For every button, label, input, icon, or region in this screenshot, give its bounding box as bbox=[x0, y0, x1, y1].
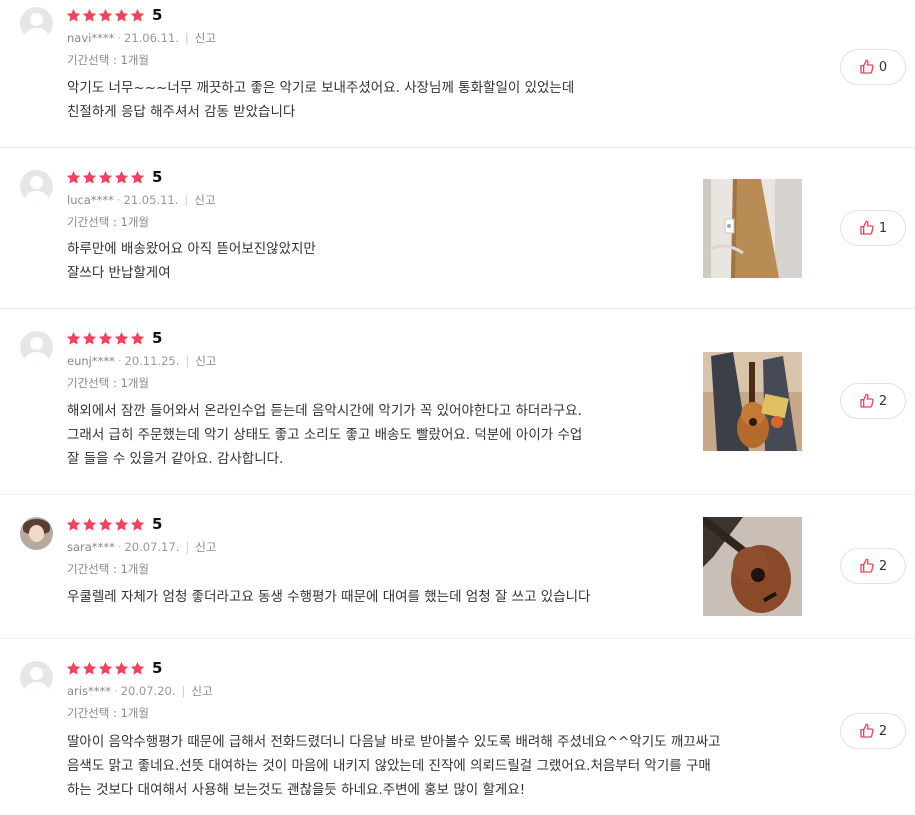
thumbs-up-icon bbox=[860, 220, 874, 235]
rating-score: 5 bbox=[152, 6, 163, 24]
option-text: 기간선택 : 1개월 bbox=[67, 706, 149, 720]
review-item: 5 aris**** · 20.07.20. | 신고 기간선택 : 1개월 딸아이 음… bbox=[0, 639, 915, 815]
avatar bbox=[20, 661, 53, 694]
star-icon bbox=[66, 517, 81, 531]
reviewer-name: eunj**** bbox=[67, 354, 115, 368]
report-link[interactable]: 신고 bbox=[195, 31, 216, 45]
review-photo[interactable] bbox=[703, 517, 802, 616]
like-count: 2 bbox=[878, 393, 888, 409]
rating-score: 5 bbox=[152, 168, 163, 186]
star-icon bbox=[98, 661, 113, 675]
avatar bbox=[20, 170, 53, 203]
reviewer-name: sara**** bbox=[67, 540, 115, 554]
review-text: 딸아이 음악수행평가 때문에 급해서 전화드렸더니 다음날 바로 받아볼수 있도… bbox=[67, 734, 721, 798]
star-icon bbox=[98, 331, 113, 345]
star-icon bbox=[82, 8, 97, 22]
like-button[interactable]: 2 bbox=[840, 548, 906, 584]
review-text: 악기도 너무~~~너무 깨끗하고 좋은 악기로 보내주셨어요. 사장님께 통화할… bbox=[67, 80, 575, 120]
option-text: 기간선택 : 1개월 bbox=[67, 376, 149, 390]
star-icon bbox=[114, 331, 129, 345]
reviewer-name: aris**** bbox=[67, 684, 111, 698]
option-text: 기간선택 : 1개월 bbox=[67, 215, 149, 229]
review-item: 5 sara**** · 20.07.17. | 신고 기간선택 : 1개월 우쿨렐레 … bbox=[0, 495, 915, 639]
thumbs-up-icon bbox=[860, 723, 874, 738]
option-text: 기간선택 : 1개월 bbox=[67, 53, 149, 67]
rating-score: 5 bbox=[152, 659, 163, 677]
review-date: 21.06.11. bbox=[124, 31, 179, 45]
star-rating: 5 bbox=[66, 661, 162, 676]
like-count: 1 bbox=[878, 220, 888, 236]
review-text: 우쿨렐레 자체가 엄청 좋더라고요 동생 수행평가 때문에 대여를 했는데 엄청… bbox=[67, 589, 591, 605]
like-button[interactable]: 2 bbox=[840, 713, 906, 749]
like-count: 0 bbox=[878, 59, 888, 75]
like-count: 2 bbox=[878, 558, 888, 574]
star-icon bbox=[130, 170, 145, 184]
star-icon bbox=[82, 331, 97, 345]
star-rating: 5 bbox=[66, 331, 162, 346]
review-date: 20.07.20. bbox=[120, 684, 176, 698]
like-count: 2 bbox=[878, 723, 888, 739]
star-icon bbox=[66, 170, 81, 184]
review-item: 5 eunj**** · 20.11.25. | 신고 기간선택 : 1개월 해외에서 … bbox=[0, 309, 915, 495]
report-link[interactable]: 신고 bbox=[195, 540, 216, 554]
review-photo[interactable] bbox=[703, 352, 802, 451]
star-icon bbox=[114, 170, 129, 184]
star-rating: 5 bbox=[66, 170, 162, 185]
like-button[interactable]: 2 bbox=[840, 383, 906, 419]
thumbs-up-icon bbox=[860, 393, 874, 408]
star-icon bbox=[66, 661, 81, 675]
star-icon bbox=[114, 661, 129, 675]
avatar bbox=[20, 517, 53, 550]
report-link[interactable]: 신고 bbox=[194, 193, 215, 207]
review-photo[interactable] bbox=[703, 179, 802, 278]
reviewer-name: navi**** bbox=[67, 31, 115, 45]
star-icon bbox=[98, 8, 113, 22]
like-button[interactable]: 1 bbox=[840, 210, 906, 246]
star-icon bbox=[98, 517, 113, 531]
star-icon bbox=[114, 8, 129, 22]
star-rating: 5 bbox=[66, 517, 162, 532]
rating-score: 5 bbox=[152, 329, 163, 347]
review-text: 하루만에 배송왔어요 아직 뜯어보진않았지만 잘쓰다 반납할게여 bbox=[67, 241, 316, 281]
star-icon bbox=[130, 661, 145, 675]
star-icon bbox=[82, 517, 97, 531]
report-link[interactable]: 신고 bbox=[195, 354, 216, 368]
review-text: 해외에서 잠깐 들어와서 온라인수업 듣는데 음악시간에 악기가 꼭 있어야한다… bbox=[67, 403, 583, 467]
star-icon bbox=[66, 8, 81, 22]
star-icon bbox=[98, 170, 113, 184]
thumbs-up-icon bbox=[860, 59, 874, 74]
star-icon bbox=[114, 517, 129, 531]
star-rating: 5 bbox=[66, 8, 162, 23]
thumbs-up-icon bbox=[860, 558, 874, 573]
star-icon bbox=[130, 8, 145, 22]
avatar bbox=[20, 331, 53, 364]
star-icon bbox=[82, 661, 97, 675]
star-icon bbox=[130, 331, 145, 345]
like-button[interactable]: 0 bbox=[840, 49, 906, 85]
review-item: 5 luca**** · 21.05.11. | 신고 기간선택 : 1개월 하루만에 … bbox=[0, 148, 915, 309]
star-icon bbox=[82, 170, 97, 184]
review-date: 20.07.17. bbox=[124, 540, 180, 554]
option-text: 기간선택 : 1개월 bbox=[67, 562, 149, 576]
review-item: 5 navi**** · 21.06.11. | 신고 기간선택 : 1개월 악기도 너… bbox=[0, 0, 915, 148]
review-date: 20.11.25. bbox=[124, 354, 180, 368]
report-link[interactable]: 신고 bbox=[191, 684, 212, 698]
review-date: 21.05.11. bbox=[123, 193, 179, 207]
star-icon bbox=[130, 517, 145, 531]
reviewer-name: luca**** bbox=[67, 193, 114, 207]
avatar bbox=[20, 7, 53, 40]
rating-score: 5 bbox=[152, 515, 163, 533]
star-icon bbox=[66, 331, 81, 345]
